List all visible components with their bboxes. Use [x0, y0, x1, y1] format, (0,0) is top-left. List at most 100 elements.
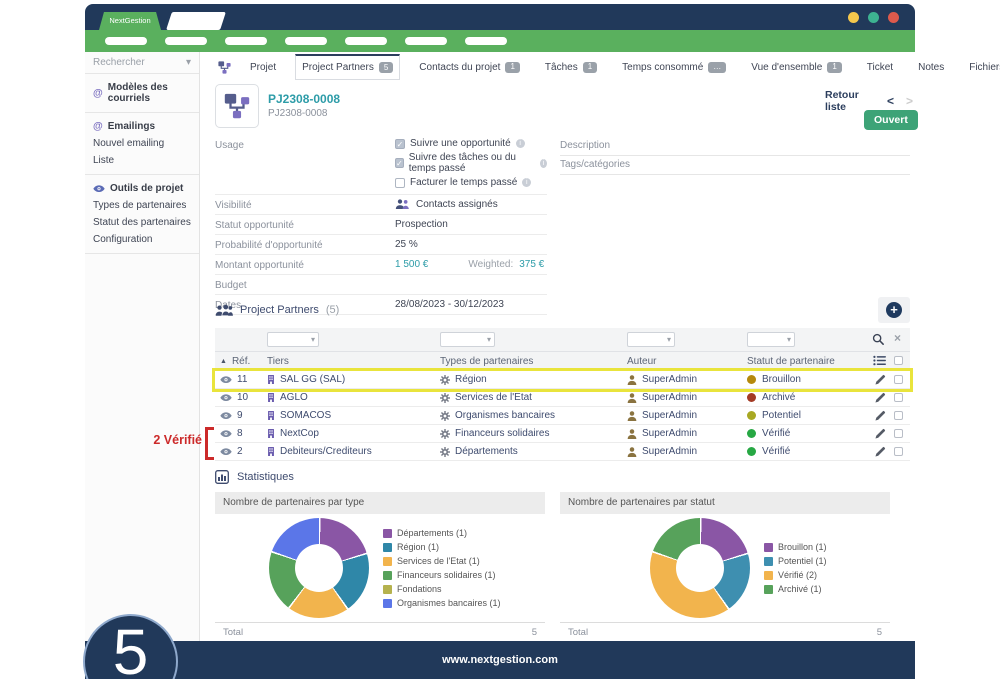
cell-ref: 8	[215, 428, 267, 439]
edit-pencil-icon[interactable]	[875, 374, 886, 385]
project-fields: Usage✓Suivre une opportunitéi✓Suivre des…	[215, 135, 547, 315]
row-checkbox[interactable]	[894, 393, 903, 402]
view-icon[interactable]	[220, 412, 232, 419]
sidebar-item-label: Types de partenaires	[93, 200, 186, 211]
tab-t-ches[interactable]: Tâches1	[539, 54, 603, 80]
filter-select[interactable]: ▾	[440, 332, 495, 347]
row-checkbox[interactable]	[894, 375, 903, 384]
prev-chevron-icon[interactable]: <	[887, 94, 894, 108]
status-dot-icon	[747, 375, 756, 384]
partners-group-icon	[215, 304, 233, 317]
cell-type: Services de l'Etat	[440, 392, 627, 403]
traffic-lights	[848, 12, 899, 23]
view-icon[interactable]	[220, 376, 232, 383]
sidebar-item-mod-les-des-courriels[interactable]: @Modèles des courriels	[85, 79, 199, 107]
tab-fichiers-joints[interactable]: Fichiers joints	[963, 54, 1000, 80]
filter-select[interactable]: ▾	[267, 332, 319, 347]
view-icon[interactable]	[220, 430, 232, 437]
close-dot[interactable]	[888, 12, 899, 23]
nav-pill-placeholder[interactable]	[345, 37, 387, 45]
tab-notes[interactable]: Notes	[912, 54, 950, 80]
checkbox[interactable]	[395, 178, 405, 188]
view-icon[interactable]	[220, 448, 232, 455]
edit-pencil-icon[interactable]	[875, 392, 886, 403]
table-row[interactable]: 2Debiteurs/CrediteursDépartementsSuperAd…	[215, 443, 910, 461]
column-header-types[interactable]: Types de partenaires	[440, 356, 627, 367]
table-row[interactable]: 8NextCopFinanceurs solidairesSuperAdminV…	[215, 425, 910, 443]
sidebar-item-outils-de-projet[interactable]: Outils de projet	[85, 180, 199, 197]
tags-field[interactable]: Tags/catégories	[560, 156, 910, 175]
statistics-section-title: Statistiques	[237, 471, 294, 483]
next-chevron-icon[interactable]: >	[906, 94, 913, 108]
weighted-label: Weighted:	[468, 259, 513, 270]
filter-select[interactable]: ▾	[627, 332, 675, 347]
minimize-dot[interactable]	[848, 12, 859, 23]
column-header-tiers[interactable]: Tiers	[267, 356, 440, 367]
auteur-value: SuperAdmin	[642, 428, 697, 439]
checkbox[interactable]: ✓	[395, 139, 405, 149]
edit-pencil-icon[interactable]	[875, 428, 886, 439]
sidebar-search-select[interactable]: Rechercher ▾	[85, 52, 199, 74]
nav-pill-placeholder[interactable]	[105, 37, 147, 45]
clear-filter-icon[interactable]: ×	[894, 331, 901, 345]
brand-tab[interactable]: NextGestion	[99, 12, 161, 30]
statut-value: Vérifié	[762, 428, 790, 439]
tab-contacts-du-projet[interactable]: Contacts du projet 1	[413, 54, 526, 80]
description-field[interactable]: Description	[560, 137, 910, 156]
cell-tiers: Debiteurs/Crediteurs	[267, 446, 440, 457]
add-partner-button[interactable]: +	[878, 297, 910, 323]
sidebar-item-liste[interactable]: Liste	[85, 152, 199, 169]
row-checkbox[interactable]	[894, 447, 903, 456]
auteur-value: SuperAdmin	[642, 392, 697, 403]
cell-auteur: SuperAdmin	[627, 410, 747, 421]
project-sitemap-icon	[224, 93, 250, 119]
row-checkbox[interactable]	[894, 411, 903, 420]
row-checkbox[interactable]	[894, 429, 903, 438]
tab-vue-d-ensemble[interactable]: Vue d'ensemble1	[745, 54, 847, 80]
tab-ticket[interactable]: Ticket	[861, 54, 899, 80]
nav-pill-placeholder[interactable]	[285, 37, 327, 45]
edit-pencil-icon[interactable]	[875, 410, 886, 421]
view-icon[interactable]	[220, 394, 232, 401]
legend-swatch	[383, 585, 392, 594]
sidebar-item-statut-des-partenaires[interactable]: Statut des partenaires	[85, 214, 199, 231]
checkbox[interactable]: ✓	[395, 158, 404, 168]
nav-pill-placeholder[interactable]	[405, 37, 447, 45]
filter-select[interactable]: ▾	[747, 332, 795, 347]
tab-temps-consomm-[interactable]: Temps consommé…	[616, 54, 732, 80]
field-label: Visibilité	[215, 198, 395, 211]
tab-badge: 5	[379, 62, 393, 73]
status-open-button[interactable]: Ouvert	[864, 110, 918, 130]
nav-pill-placeholder[interactable]	[165, 37, 207, 45]
column-header-ref[interactable]: ▲Réf.	[215, 356, 267, 367]
column-header-statut[interactable]: Statut de partenaire	[747, 356, 860, 367]
field-label: Probabilité d'opportunité	[215, 238, 395, 251]
tab-badge: 1	[505, 62, 519, 73]
sidebar-item-types-de-partenaires[interactable]: Types de partenaires	[85, 197, 199, 214]
tab-projet[interactable]: Projet	[244, 54, 282, 80]
edit-pencil-icon[interactable]	[875, 446, 886, 457]
table-row[interactable]: 9SOMACOSOrganismes bancairesSuperAdminPo…	[215, 407, 910, 425]
sidebar-item-emailings[interactable]: @Emailings	[85, 118, 199, 135]
nav-pill-placeholder[interactable]	[465, 37, 507, 45]
tab-badge: 1	[827, 62, 841, 73]
chart-total-row: Total5	[560, 622, 890, 641]
table-row[interactable]: 10AGLOServices de l'EtatSuperAdminArchiv…	[215, 389, 910, 407]
maximize-dot[interactable]	[868, 12, 879, 23]
tab-project-partners[interactable]: Project Partners5	[295, 54, 400, 80]
ghost-tab[interactable]	[166, 12, 226, 30]
column-header-auteur[interactable]: Auteur	[627, 356, 747, 367]
tab-label: Contacts du projet	[419, 62, 500, 73]
sidebar-item-configuration[interactable]: Configuration	[85, 231, 199, 248]
select-all-checkbox[interactable]	[894, 356, 903, 365]
search-icon[interactable]	[872, 333, 884, 345]
cell-type: Financeurs solidaires	[440, 428, 627, 439]
legend-swatch	[764, 585, 773, 594]
sidebar-item-nouvel-emailing[interactable]: Nouvel emailing	[85, 135, 199, 152]
table-row[interactable]: 11SAL GG (SAL)RégionSuperAdminBrouillon	[215, 371, 910, 389]
gear-icon	[440, 429, 450, 439]
usage-option-label: Facturer le temps passé	[410, 177, 517, 188]
building-icon	[267, 375, 275, 384]
nav-pill-placeholder[interactable]	[225, 37, 267, 45]
field-row-montant-opportunit-: Montant opportunité1 500 €Weighted:375 €	[215, 255, 547, 275]
